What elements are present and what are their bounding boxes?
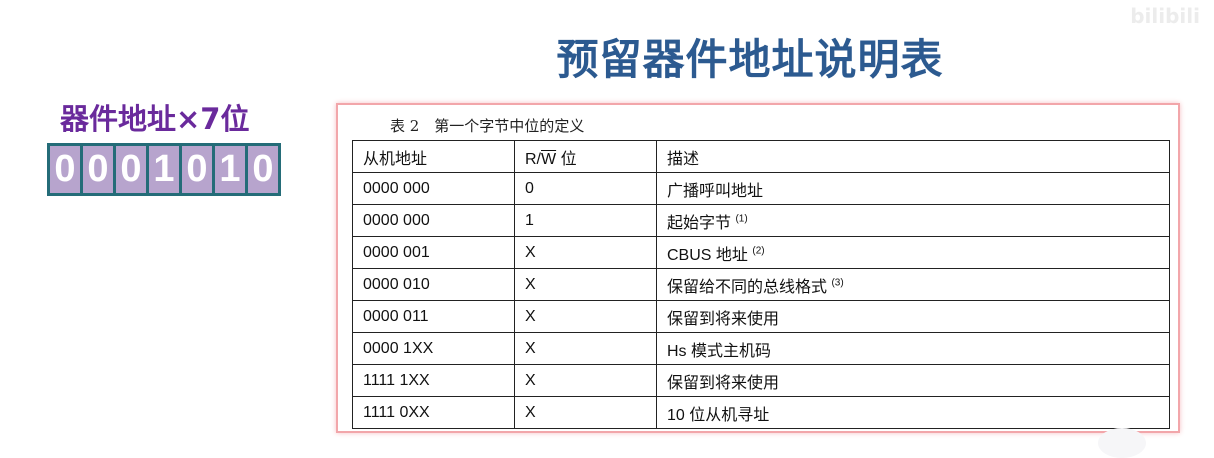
cell-address: 0000 010 [352,268,515,301]
header-bit: 位 [560,150,577,168]
cell-rw: 1 [514,204,657,237]
footnote: (3) [831,277,844,289]
cell-address: 0000 011 [352,300,515,333]
desc-text: 广播呼叫地址 [667,182,764,200]
footnote: (2) [752,245,765,257]
address-table: 从机地址 R/W 位 描述 0000 000 0 广播呼叫地址 0000 000 1 起… [352,140,1170,429]
desc-text: 保留到将来使用 [667,374,780,392]
table-row: 1111 1XX X 保留到将来使用 [352,364,1170,397]
cell-rw: X [514,268,657,301]
cell-address: 0000 000 [352,172,515,205]
desc-text: 起始字节 [667,214,732,232]
table-panel: 表 2 第一个字节中位的定义 从机地址 R/W 位 描述 0000 000 0 广播… [336,103,1180,433]
cell-rw: X [514,364,657,397]
cell-desc: CBUS 地址 (2) [656,236,1170,269]
cell-desc: 保留给不同的总线格式 (3) [656,268,1170,301]
cell-address: 0000 001 [352,236,515,269]
table-row: 0000 1XX X Hs 模式主机码 [352,332,1170,365]
header-r: R/ [525,150,541,168]
header-address: 从机地址 [352,140,515,173]
bilibili-watermark: bilibili [1130,4,1200,28]
page-title: 预留器件地址说明表 [556,35,944,84]
cell-address: 0000 1XX [352,332,515,365]
table-row: 0000 001 X CBUS 地址 (2) [352,236,1170,269]
cell-address: 0000 000 [352,204,515,237]
decorative-shape [1098,428,1146,458]
cell-rw: X [514,332,657,365]
header-rw: R/W 位 [514,140,657,173]
desc-text: Hs 模式主机码 [667,342,772,360]
address-label: 器件地址×7位 [60,102,250,136]
desc-text: 保留到将来使用 [667,310,780,328]
cell-desc: 10 位从机寻址 [656,396,1170,429]
cell-desc: 保留到将来使用 [656,300,1170,333]
table-header-row: 从机地址 R/W 位 描述 [352,140,1170,173]
bit-cell: 1 [149,146,179,193]
table-row: 0000 000 1 起始字节 (1) [352,204,1170,237]
cell-address: 1111 0XX [352,396,515,429]
cell-desc: 广播呼叫地址 [656,172,1170,205]
bit-cell: 0 [83,146,113,193]
table-row: 0000 010 X 保留给不同的总线格式 (3) [352,268,1170,301]
table-row: 1111 0XX X 10 位从机寻址 [352,396,1170,429]
cell-rw: X [514,396,657,429]
desc-text: CBUS 地址 [667,246,748,264]
desc-text: 保留给不同的总线格式 [667,278,828,296]
cell-rw: 0 [514,172,657,205]
cell-desc: Hs 模式主机码 [656,332,1170,365]
cell-rw: X [514,300,657,333]
cell-address: 1111 1XX [352,364,515,397]
cell-desc: 保留到将来使用 [656,364,1170,397]
cell-desc: 起始字节 (1) [656,204,1170,237]
table-row: 0000 011 X 保留到将来使用 [352,300,1170,333]
header-desc: 描述 [656,140,1170,173]
table-caption: 表 2 第一个字节中位的定义 [390,117,585,135]
bit-cell: 0 [116,146,146,193]
bit-cell: 0 [50,146,80,193]
bit-cell: 0 [248,146,278,193]
bit-cell: 0 [182,146,212,193]
table-row: 0000 000 0 广播呼叫地址 [352,172,1170,205]
bit-cell: 1 [215,146,245,193]
footnote: (1) [735,213,748,225]
cell-rw: X [514,236,657,269]
address-bits: 0001010 [47,143,281,196]
header-w: W [541,150,557,168]
desc-text: 10 位从机寻址 [667,406,770,424]
